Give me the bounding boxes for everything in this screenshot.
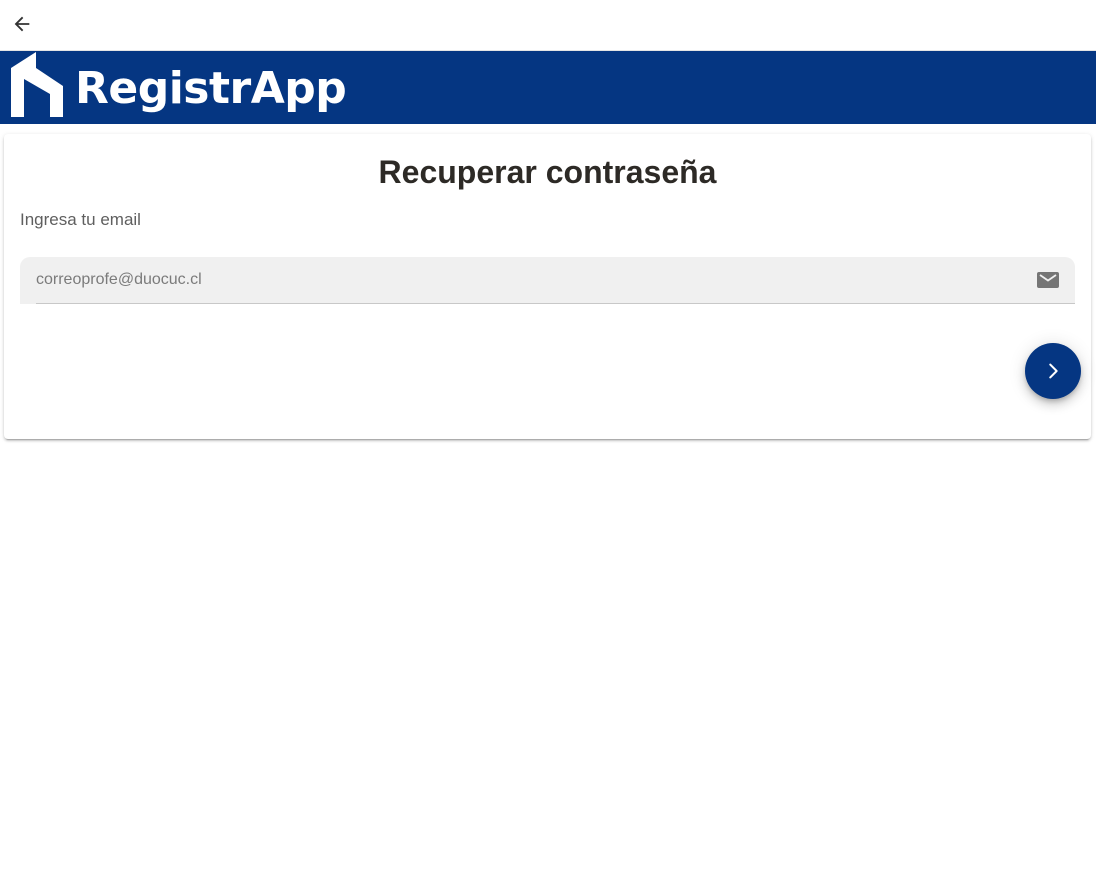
submit-button[interactable] — [1025, 343, 1081, 399]
brand-banner: RegistrApp — [0, 51, 1096, 124]
brand-logo-text: RegistrApp — [75, 63, 347, 114]
email-input[interactable] — [36, 257, 1016, 303]
mail-icon — [1037, 272, 1059, 288]
registrapp-logo-mark — [11, 52, 63, 117]
recover-password-card: Recuperar contraseña Ingresa tu email — [4, 134, 1091, 439]
top-toolbar — [0, 0, 1096, 51]
email-label: Ingresa tu email — [20, 210, 141, 229]
arrow-back-icon — [14, 16, 30, 32]
input-underline — [36, 303, 1075, 304]
email-field — [20, 257, 1075, 304]
back-button[interactable] — [4, 6, 40, 42]
card-title: Recuperar contraseña — [378, 154, 717, 190]
chevron-forward-icon — [1049, 363, 1058, 379]
